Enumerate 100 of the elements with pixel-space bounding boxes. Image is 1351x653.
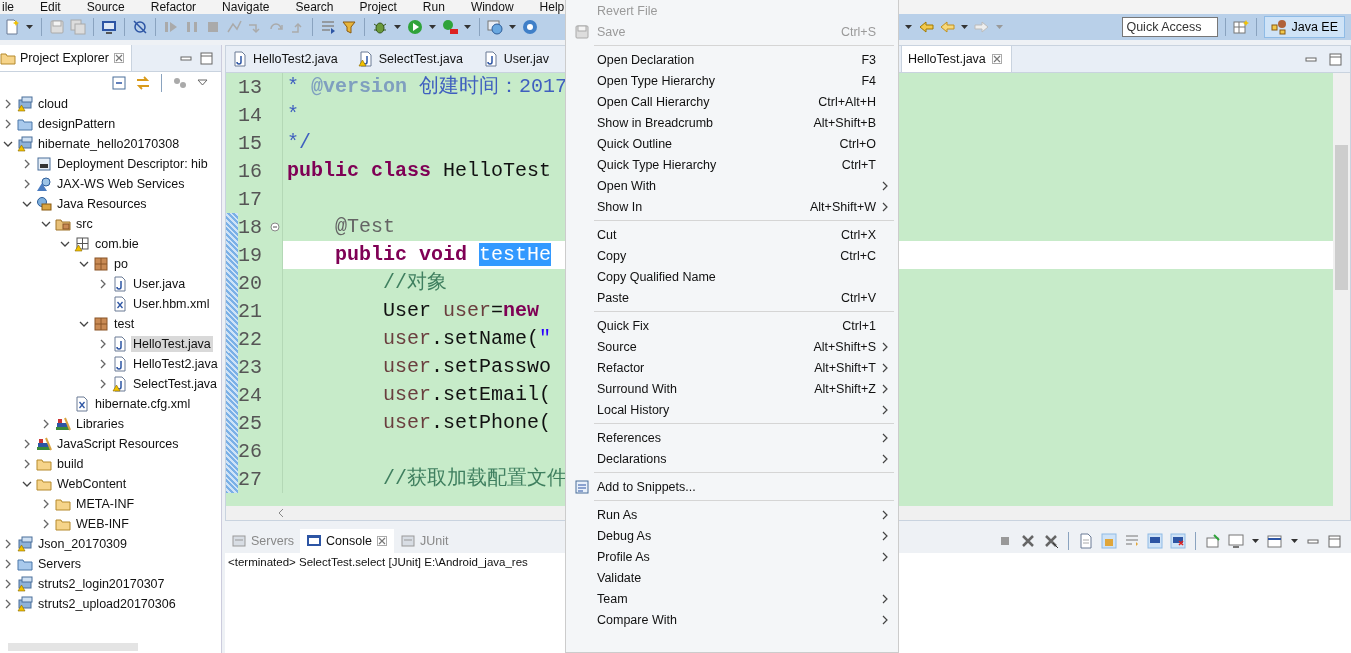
tree-item[interactable]: Deployment Descriptor: hib [55, 156, 210, 172]
tree-item[interactable]: struts2_upload20170306 [36, 596, 178, 612]
service-icon[interactable] [522, 19, 538, 35]
quick-access-field[interactable]: Quick Access [1122, 17, 1219, 37]
step-filter-icon[interactable] [341, 19, 357, 35]
menu-item[interactable]: Open Call Hierarchy Ctrl+Alt+H [566, 91, 898, 112]
scrollbar[interactable] [8, 643, 138, 651]
new-file-icon[interactable] [4, 19, 20, 35]
menu-item[interactable]: Compare With [566, 609, 898, 630]
menu-item[interactable]: Open Type Hierarchy F4 [566, 70, 898, 91]
tree-item[interactable]: com.bie [93, 236, 141, 252]
close-icon[interactable] [375, 534, 388, 548]
menu-title[interactable]: Source [86, 0, 125, 14]
menu-item[interactable]: Quick Type Hierarchy Ctrl+T [566, 154, 898, 175]
show-error-icon[interactable] [1170, 533, 1186, 549]
collapse-all-icon[interactable] [111, 75, 127, 91]
maximize-icon[interactable] [1328, 52, 1342, 66]
menu-item[interactable]: Declarations [566, 448, 898, 469]
menu-title[interactable]: ile [2, 0, 14, 14]
editor-tab[interactable]: User.jav [476, 46, 563, 72]
tree-item[interactable]: build [55, 456, 86, 472]
display-console-icon[interactable] [1228, 533, 1244, 549]
tree-item[interactable]: hibernate_hello20170308 [36, 136, 182, 152]
menu-item[interactable]: Copy Ctrl+C [566, 245, 898, 266]
menu-title[interactable]: Project [359, 0, 397, 14]
clear-console-icon[interactable] [1078, 533, 1094, 549]
tree-item[interactable]: Json_20170309 [36, 536, 129, 552]
menu-item[interactable]: Local History [566, 399, 898, 420]
menu-item[interactable]: Cut Ctrl+X [566, 224, 898, 245]
menu-title[interactable]: Edit [40, 0, 61, 14]
run-icon[interactable] [407, 19, 423, 35]
tree-item[interactable]: Libraries [74, 416, 126, 432]
tree-item[interactable]: JavaScript Resources [55, 436, 181, 452]
tree-item[interactable]: SelectTest.java [131, 376, 220, 392]
menu-title[interactable]: Refactor [150, 0, 197, 14]
menu-item[interactable]: Team [566, 588, 898, 609]
fold-icon[interactable] [270, 222, 280, 232]
tree-item[interactable]: Servers [36, 556, 84, 572]
menu-title[interactable]: Window [470, 0, 514, 14]
tree-item[interactable]: test [112, 316, 137, 332]
editor-tab[interactable]: HelloTest2.java [226, 46, 352, 72]
menu-item[interactable]: Run As [566, 504, 898, 525]
remove-launch-icon[interactable] [1020, 533, 1036, 549]
menu-title[interactable]: Navigate [222, 0, 270, 14]
menu-item[interactable]: Copy Qualified Name [566, 266, 898, 287]
tree-item[interactable]: User.hbm.xml [131, 296, 212, 312]
run-server-icon[interactable] [442, 19, 458, 35]
tree-item[interactable]: designPattern [36, 116, 118, 132]
tree-item[interactable]: HelloTest.java [131, 336, 213, 352]
tree-item[interactable]: User.java [131, 276, 188, 292]
scrollbar[interactable] [1333, 73, 1350, 506]
tree-item[interactable]: META-INF [74, 496, 137, 512]
globe-icon[interactable] [487, 19, 503, 35]
pin-icon[interactable] [1205, 533, 1221, 549]
scroll-left-icon[interactable] [276, 507, 286, 519]
maximize-icon[interactable] [199, 51, 213, 65]
menu-item[interactable]: Quick Fix Ctrl+1 [566, 315, 898, 336]
menu-title[interactable]: Help [539, 0, 565, 14]
tree-item[interactable]: src [74, 216, 95, 232]
menu-title[interactable]: Run [422, 0, 445, 14]
tree-item[interactable]: po [112, 256, 130, 272]
tree-item[interactable]: hibernate.cfg.xml [93, 396, 193, 412]
monitor-icon[interactable] [101, 19, 117, 35]
show-output-icon[interactable] [1147, 533, 1163, 549]
new-console-icon[interactable] [1267, 533, 1283, 549]
open-perspective-icon[interactable] [1233, 19, 1250, 35]
drop-frame-icon[interactable] [320, 19, 336, 35]
menu-item[interactable]: Surround With Alt+Shift+Z [566, 378, 898, 399]
menu-item[interactable]: Show in Breadcrumb Alt+Shift+B [566, 112, 898, 133]
menu-item[interactable]: Profile As [566, 546, 898, 567]
tree-item[interactable]: Java Resources [55, 196, 149, 212]
maximize-icon[interactable] [1327, 534, 1341, 548]
menu-item[interactable]: Add to Snippets... [566, 476, 898, 497]
close-icon[interactable] [112, 51, 125, 65]
link-editor-icon[interactable] [135, 75, 151, 91]
editor-tab[interactable]: SelectTest.java [351, 46, 477, 72]
tree-item[interactable]: WebContent [55, 476, 129, 492]
filter-icon[interactable] [172, 75, 188, 91]
menu-item[interactable]: Open With [566, 175, 898, 196]
bug-icon[interactable] [372, 19, 388, 35]
view-tab[interactable]: Console [300, 529, 394, 553]
menu-item[interactable]: Open Declaration F3 [566, 49, 898, 70]
menu-item[interactable]: References [566, 427, 898, 448]
editor-tab[interactable]: HelloTest.java [901, 46, 1012, 72]
menu-item[interactable]: Debug As [566, 525, 898, 546]
menu-item[interactable]: Validate [566, 567, 898, 588]
menu-item[interactable]: Refactor Alt+Shift+T [566, 357, 898, 378]
menu-item[interactable]: Show In Alt+Shift+W [566, 196, 898, 217]
menu-item[interactable]: Source Alt+Shift+S [566, 336, 898, 357]
tree-item[interactable]: WEB-INF [74, 516, 131, 532]
view-tab[interactable]: Project Explorer [0, 45, 132, 71]
menu-title[interactable]: Search [295, 0, 334, 14]
tree-item[interactable]: struts2_login20170307 [36, 576, 167, 592]
tree-item[interactable]: HelloTest2.java [131, 356, 220, 372]
menu-item[interactable]: Quick Outline Ctrl+O [566, 133, 898, 154]
tree-item[interactable]: cloud [36, 96, 70, 112]
tree-item[interactable]: JAX-WS Web Services [55, 176, 187, 192]
close-icon[interactable] [990, 52, 1003, 66]
menu-item[interactable]: Paste Ctrl+V [566, 287, 898, 308]
skip-breakpoints-icon[interactable] [132, 19, 148, 35]
